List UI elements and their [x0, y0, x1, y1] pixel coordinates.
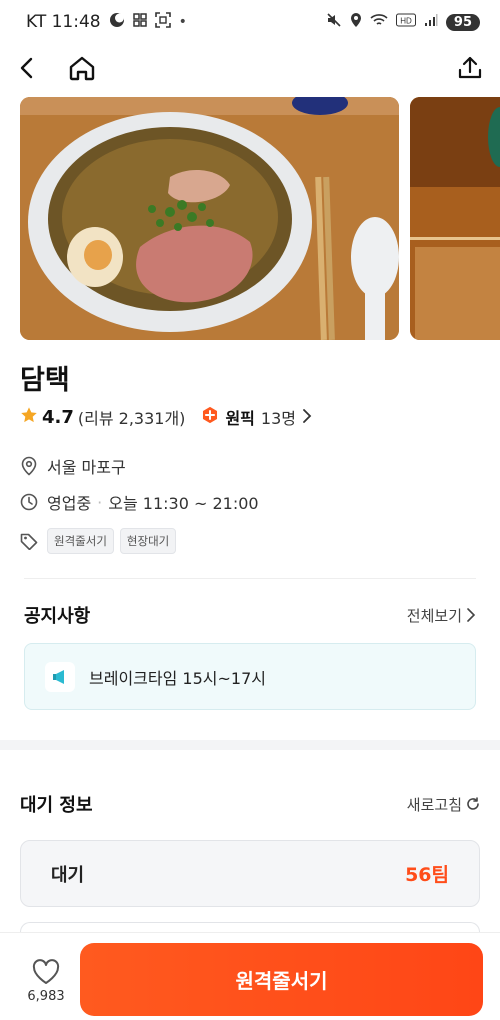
grid-icon — [132, 13, 147, 31]
waiting-count: 56팀 — [405, 864, 449, 886]
rating-value: 4.7 — [42, 406, 74, 428]
tag-onsite-wait: 현장대기 — [119, 528, 177, 554]
view-all-link[interactable]: 전체보기 — [407, 605, 476, 626]
mute-icon — [326, 12, 342, 32]
pick-count[interactable]: 13명 — [261, 405, 296, 429]
like-count: 6,983 — [27, 989, 65, 1004]
pick-badge-icon — [201, 406, 219, 428]
waiting-card: 대기 56팀 — [20, 840, 480, 907]
wifi-icon — [370, 13, 388, 31]
view-all-label: 전체보기 — [406, 606, 462, 625]
tag-icon — [20, 533, 38, 550]
restaurant-name: 담택 — [20, 365, 70, 396]
refresh-label: 새로고침 — [406, 795, 462, 814]
tags-row: 원격줄서기 현장대기 — [20, 528, 177, 554]
signal-icon — [424, 13, 438, 31]
section-divider — [0, 740, 500, 750]
remote-queue-button[interactable]: 원격줄서기 — [80, 943, 483, 1016]
status-time: KT 11:48 — [26, 12, 101, 32]
refresh-icon — [467, 797, 479, 810]
dot-icon: • — [178, 14, 187, 30]
home-icon[interactable] — [66, 52, 98, 84]
back-arrow-icon[interactable] — [12, 52, 44, 84]
top-nav — [0, 46, 500, 90]
hours-row: 영업중 · 오늘 11:30 ~ 21:00 — [20, 490, 259, 514]
scan-icon — [154, 12, 171, 32]
location-pin-icon — [21, 456, 37, 476]
megaphone-icon — [45, 661, 75, 692]
share-icon[interactable] — [454, 52, 486, 84]
open-status: 영업중 — [47, 494, 92, 513]
chevron-right-icon[interactable] — [302, 408, 312, 427]
notice-title: 공지사항 — [24, 606, 91, 627]
review-count[interactable]: (리뷰 2,331개) — [78, 405, 186, 429]
pick-label[interactable]: 원픽 — [225, 405, 254, 429]
notice-card[interactable]: 브레이크타임 15시~17시 — [24, 643, 476, 710]
location-row: 서울 마포구 — [20, 454, 126, 478]
battery-indicator: 95 — [445, 13, 480, 31]
restaurant-photo-next[interactable] — [410, 97, 500, 340]
restaurant-photo[interactable] — [20, 97, 399, 340]
hd-icon: HD — [395, 13, 416, 31]
waiting-header: 대기 정보 새로고침 — [20, 791, 480, 817]
moon-icon — [109, 12, 125, 32]
star-icon — [20, 406, 38, 428]
notice-text: 브레이크타임 15시~17시 — [89, 668, 266, 688]
status-bar: KT 11:48 • HD 95 — [0, 0, 500, 44]
rating-row: 4.7 (리뷰 2,331개) 원픽 13명 — [20, 404, 312, 430]
location-icon — [350, 12, 362, 32]
dot-separator: · — [97, 492, 103, 512]
clock-icon — [20, 493, 38, 511]
tag-remote-queue: 원격줄서기 — [47, 528, 114, 554]
waiting-label: 대기 — [51, 864, 85, 886]
chevron-right-icon — [467, 608, 476, 622]
bottom-bar: 6,983 원격줄서기 — [0, 932, 500, 1020]
refresh-button[interactable]: 새로고침 — [407, 794, 480, 815]
notice-header: 공지사항 전체보기 — [24, 602, 476, 628]
svg-text:HD: HD — [400, 17, 412, 26]
like-button[interactable]: 6,983 — [14, 959, 78, 1004]
heart-icon — [32, 959, 60, 984]
divider — [24, 578, 476, 579]
hours-text: 오늘 11:30 ~ 21:00 — [108, 494, 259, 513]
waiting-title: 대기 정보 — [20, 795, 93, 816]
location-text: 서울 마포구 — [47, 458, 126, 477]
